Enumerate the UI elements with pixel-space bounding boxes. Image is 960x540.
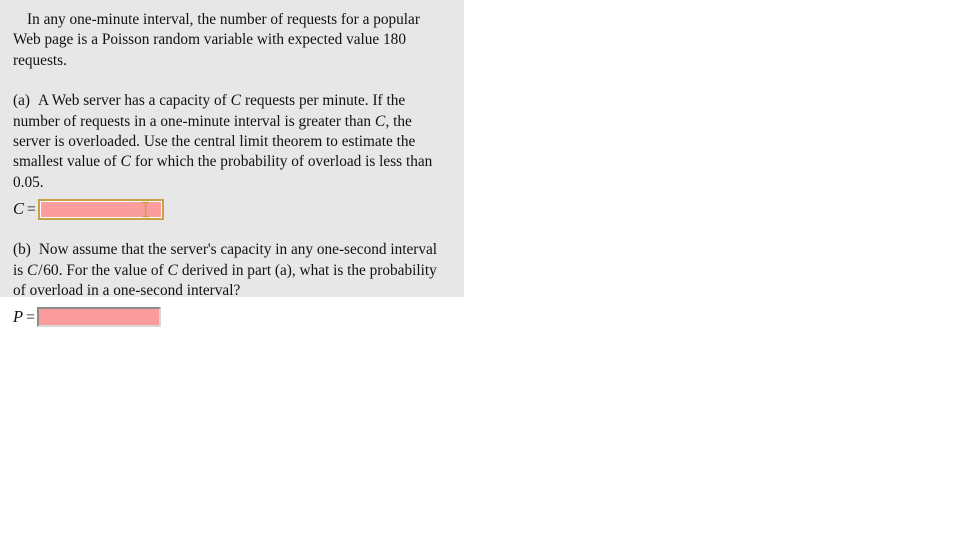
part-a-variable-c-1: C: [230, 92, 242, 110]
part-a: (a) A Web server has a capacity of C requ…: [13, 91, 450, 220]
part-a-answer-label: C =: [13, 199, 36, 219]
part-a-label: (a): [13, 92, 30, 110]
part-b-answer-input[interactable]: [36, 307, 161, 328]
part-b-answer-label: P =: [13, 307, 35, 327]
problem-panel: In any one-minute interval, the number o…: [0, 0, 464, 328]
part-b-answer-equals: =: [26, 309, 35, 327]
part-b-answer-row: P =: [13, 306, 450, 328]
part-b-body: (b) Now assume that the server's capacity…: [13, 240, 450, 301]
part-a-body: (a) A Web server has a capacity of C requ…: [13, 91, 450, 193]
part-a-variable-c-2: C: [374, 112, 386, 130]
part-a-answer-row: C =: [13, 198, 450, 220]
part-b-text-2: . For the value of: [58, 261, 168, 279]
part-b-answer-symbol: P: [13, 307, 24, 327]
part-b-fraction-numerator: C: [27, 261, 38, 279]
part-a-answer-field-wrapper[interactable]: [37, 198, 164, 220]
part-a-answer-input[interactable]: [40, 201, 161, 217]
part-b-fraction-denominator: 60: [43, 261, 59, 279]
part-a-answer-symbol: C: [13, 199, 25, 219]
part-b-label: (b): [13, 241, 31, 259]
part-a-variable-c-3: C: [120, 153, 132, 171]
part-a-answer-equals: =: [27, 201, 36, 219]
part-a-text-1: A Web server has a capacity of: [37, 92, 231, 110]
text-caret-icon: [141, 201, 149, 217]
part-b: (b) Now assume that the server's capacity…: [13, 240, 450, 328]
problem-stem-text: In any one-minute interval, the number o…: [13, 11, 420, 69]
part-b-variable-c: C: [167, 261, 179, 279]
problem-stem: In any one-minute interval, the number o…: [13, 10, 450, 71]
